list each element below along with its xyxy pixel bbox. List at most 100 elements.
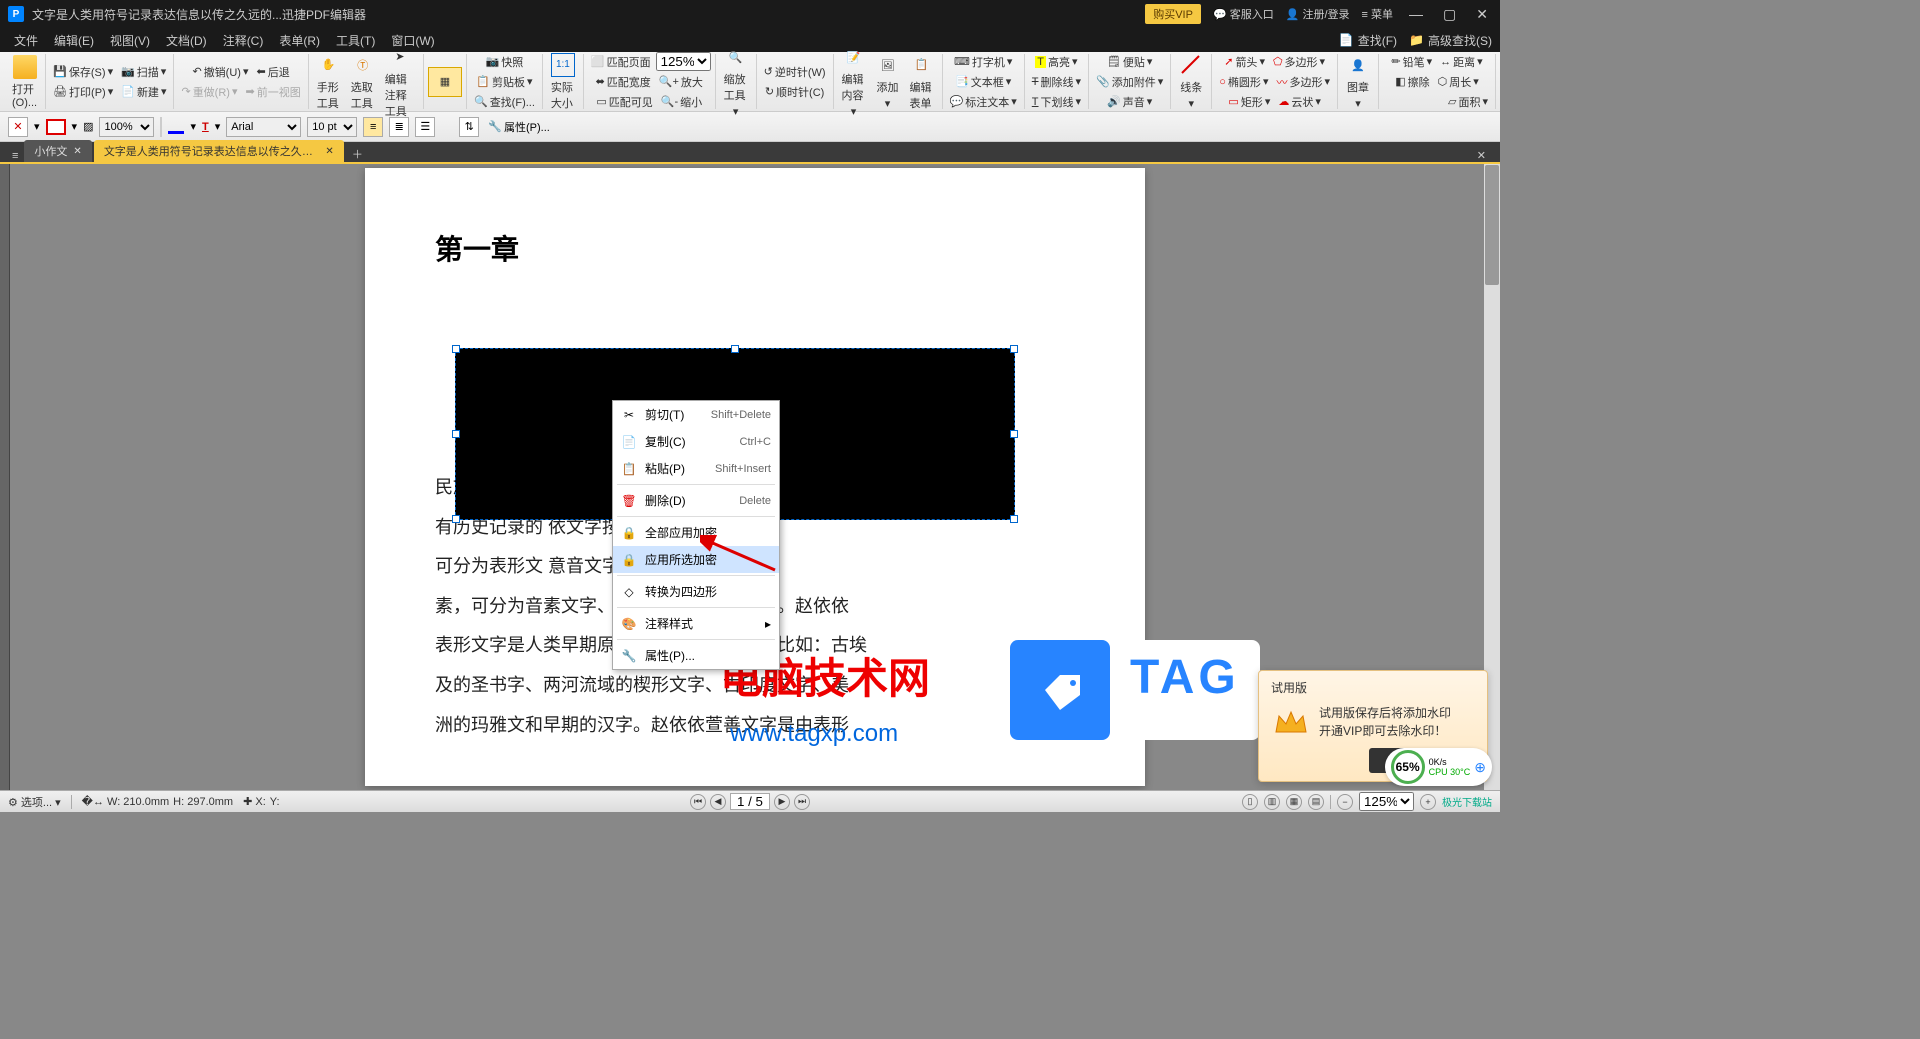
layout-continuous-button[interactable]: ▥ bbox=[1264, 794, 1280, 810]
menu-edit[interactable]: 编辑(E) bbox=[48, 30, 100, 51]
minimize-button[interactable]: — bbox=[1405, 6, 1427, 22]
tab-1-close[interactable]: ✕ bbox=[73, 146, 81, 157]
realsize-button[interactable]: 1:1实际大小 bbox=[547, 51, 579, 113]
perf-expand-icon[interactable]: ⊕ bbox=[1474, 759, 1486, 776]
line-button[interactable]: 线条▾ bbox=[1175, 51, 1207, 112]
sound-button[interactable]: 🔊 声音 ▾ bbox=[1104, 92, 1155, 112]
find-button[interactable]: 🔍 查找(F)... bbox=[471, 92, 538, 112]
find-link[interactable]: 📄 查找(F) bbox=[1339, 32, 1397, 49]
layout-facing-button[interactable]: ▦ bbox=[1286, 794, 1302, 810]
zoomtool-button[interactable]: 🔍缩放工具▾ bbox=[720, 43, 752, 120]
polyline-button[interactable]: 〰 多边形 ▾ bbox=[1273, 72, 1333, 92]
zoom-in-status[interactable]: + bbox=[1420, 794, 1436, 810]
handle-e[interactable] bbox=[1010, 430, 1018, 438]
annotation-tool[interactable]: ➤编辑注释工具 bbox=[381, 43, 419, 121]
select-tool[interactable]: Ⓣ选取工具 bbox=[347, 51, 379, 113]
handle-ne[interactable] bbox=[1010, 345, 1018, 353]
new-button[interactable]: 📄 新建 ▾ bbox=[118, 82, 169, 102]
undo-button[interactable]: ↶ 撤销(U) ▾ bbox=[189, 62, 251, 82]
attach-button[interactable]: 📎 添加附件 ▾ bbox=[1093, 72, 1166, 92]
scan-button[interactable]: 📷 扫描 ▾ bbox=[118, 62, 169, 82]
stamp-button[interactable]: 👤图章▾ bbox=[1342, 51, 1374, 112]
font-color[interactable] bbox=[168, 131, 184, 134]
layout-book-button[interactable]: ▤ bbox=[1308, 794, 1324, 810]
snapshot-button[interactable]: 📷 快照 bbox=[483, 52, 527, 72]
handle-n[interactable] bbox=[731, 345, 739, 353]
handle-nw[interactable] bbox=[452, 345, 460, 353]
align-right-button[interactable]: ☰ bbox=[415, 117, 435, 137]
maximize-button[interactable]: ▢ bbox=[1439, 6, 1460, 23]
redo-button[interactable]: ↷ 重做(R) ▾ bbox=[178, 82, 240, 102]
font-select[interactable]: Arial bbox=[226, 117, 301, 137]
menu-comment-style[interactable]: 🎨注释样式▸ bbox=[613, 610, 779, 637]
hamburger-menu[interactable]: ≡ 菜单 bbox=[1362, 6, 1393, 22]
note-button[interactable]: 🗒 便贴 ▾ bbox=[1104, 52, 1156, 72]
menu-view[interactable]: 视图(V) bbox=[104, 30, 156, 51]
back-button[interactable]: ⬅ 后退 bbox=[254, 62, 293, 82]
menu-cut[interactable]: ✂剪切(T)Shift+Delete bbox=[613, 401, 779, 428]
fitvisible-button[interactable]: ▭ 匹配可见 bbox=[593, 92, 655, 112]
tab-2-close[interactable]: ✕ bbox=[325, 146, 333, 157]
menu-encrypt-selected[interactable]: 🔒应用所选加密 bbox=[613, 546, 779, 573]
menu-document[interactable]: 文档(D) bbox=[160, 30, 213, 51]
rotate-ccw-button[interactable]: ↺ 逆时针(W) bbox=[761, 62, 829, 82]
save-button[interactable]: 💾 保存(S) ▾ bbox=[50, 62, 116, 82]
forward-button[interactable]: ➡ 前一视图 bbox=[243, 82, 304, 102]
fill-pattern[interactable]: ▨ bbox=[83, 120, 93, 133]
zoom-status-select[interactable]: 125% bbox=[1359, 792, 1414, 811]
close-window-button[interactable]: ✕ bbox=[1472, 6, 1492, 23]
tab-1[interactable]: 小作文✕ bbox=[24, 140, 91, 162]
tab-2[interactable]: 文字是人类用符号记录表达信息以传之久远的方式和...✕ bbox=[94, 140, 344, 162]
fitpage-button[interactable]: ⬜ 匹配页面 bbox=[588, 52, 654, 72]
opacity-select[interactable]: 100% bbox=[99, 117, 154, 137]
dropdown-3[interactable]: ▾ bbox=[190, 120, 196, 133]
menu-copy[interactable]: 📄复制(C)Ctrl+C bbox=[613, 428, 779, 455]
menu-comment[interactable]: 注释(C) bbox=[217, 30, 270, 51]
performance-widget[interactable]: 65% 0K/s CPU 30°C ⊕ bbox=[1385, 748, 1492, 786]
pencil-button[interactable]: ✏ 铅笔 ▾ bbox=[1388, 52, 1435, 72]
print-button[interactable]: 🖨 打印(P) ▾ bbox=[50, 82, 116, 102]
handle-sw[interactable] bbox=[452, 515, 460, 523]
menu-encrypt-all[interactable]: 🔒全部应用加密 bbox=[613, 519, 779, 546]
ellipse-button[interactable]: ○ 椭圆形 ▾ bbox=[1216, 72, 1271, 92]
fitwidth-button[interactable]: ⬌ 匹配宽度 bbox=[593, 72, 654, 92]
dropdown-1[interactable]: ▾ bbox=[34, 120, 40, 133]
dropdown-4[interactable]: ▾ bbox=[215, 120, 221, 133]
rotate-cw-button[interactable]: ↻ 顺时针(C) bbox=[762, 82, 828, 102]
advanced-find-link[interactable]: 📁 高级查找(S) bbox=[1409, 32, 1492, 49]
tab-add-button[interactable]: ＋ bbox=[346, 146, 369, 162]
support-link[interactable]: 💬 客服入口 bbox=[1213, 6, 1274, 22]
hand-tool[interactable]: ✋手形工具 bbox=[313, 51, 345, 113]
strikeout-button[interactable]: T 删除线 ▾ bbox=[1029, 72, 1084, 92]
rect-button[interactable]: ▭ 矩形 ▾ bbox=[1225, 92, 1273, 112]
highlight-button[interactable]: T 高亮 ▾ bbox=[1032, 52, 1080, 72]
clipboard-button[interactable]: 📋 剪贴板 ▾ bbox=[473, 72, 535, 92]
area-button[interactable]: ▱ 面积 ▾ bbox=[1445, 92, 1491, 112]
arrow-shape-button[interactable]: ➚ 箭头 ▾ bbox=[1221, 52, 1268, 72]
open-button[interactable]: 打开(O)... bbox=[8, 53, 41, 111]
handle-se[interactable] bbox=[1010, 515, 1018, 523]
text-direction-button[interactable]: ⇅ bbox=[459, 117, 479, 137]
typewriter-button[interactable]: ⌨ 打字机 ▾ bbox=[951, 52, 1015, 72]
first-page-button[interactable]: ⏮ bbox=[690, 794, 706, 810]
perimeter-button[interactable]: ⬡ 周长 ▾ bbox=[1435, 72, 1482, 92]
align-left-button[interactable]: ≡ bbox=[363, 117, 383, 137]
tab-list-button[interactable]: ≡ bbox=[8, 150, 22, 162]
menu-delete[interactable]: 🗑删除(D)Delete bbox=[613, 487, 779, 514]
page-input[interactable] bbox=[730, 793, 770, 810]
buy-vip-button[interactable]: 购买VIP bbox=[1145, 4, 1201, 24]
properties-button[interactable]: 🔧 属性(P)... bbox=[485, 117, 553, 137]
menu-paste[interactable]: 📋粘贴(P)Shift+Insert bbox=[613, 455, 779, 482]
textbox-button[interactable]: 📑 文本框 ▾ bbox=[952, 72, 1014, 92]
edit-form-button[interactable]: 📋编辑表单 bbox=[906, 51, 938, 113]
callout-button[interactable]: 💬 标注文本 ▾ bbox=[947, 92, 1020, 112]
distance-button[interactable]: ↔ 距离 ▾ bbox=[1437, 52, 1486, 72]
sidebar-collapsed[interactable] bbox=[0, 164, 10, 790]
add-button[interactable]: 🖼添加▾ bbox=[872, 51, 904, 112]
scrollbar-thumb[interactable] bbox=[1485, 165, 1499, 285]
options-button[interactable]: ⚙ 选项... ▾ bbox=[8, 794, 61, 810]
menu-convert-polygon[interactable]: ◇转换为四边形 bbox=[613, 578, 779, 605]
zoom-out-status[interactable]: − bbox=[1337, 794, 1353, 810]
annotation-tool-active[interactable]: ▦ bbox=[428, 67, 462, 97]
stroke-color[interactable] bbox=[46, 119, 66, 135]
